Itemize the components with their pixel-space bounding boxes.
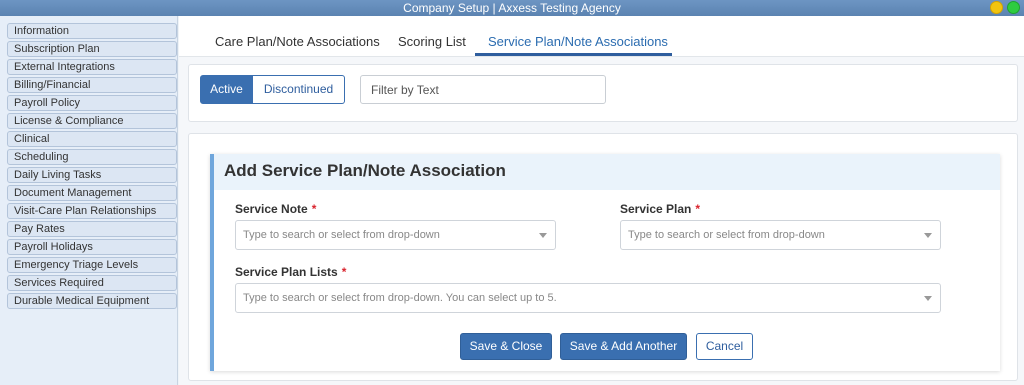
tab-bar: Care Plan/Note Associations Scoring List… [179,16,1024,57]
sidebar-item-scheduling[interactable]: Scheduling [7,149,177,165]
tab-scoring-list[interactable]: Scoring List [398,34,466,49]
minimize-icon[interactable] [990,1,1003,14]
chevron-down-icon [924,296,932,301]
maximize-icon[interactable] [1007,1,1020,14]
service-plan-lists-placeholder: Type to search or select from drop-down.… [243,292,557,304]
filter-panel: Active Discontinued [188,64,1018,122]
status-toggle: Active Discontinued [200,75,345,104]
required-marker: * [311,202,317,216]
sidebar-item-services-required[interactable]: Services Required [7,275,177,291]
service-plan-dropdown[interactable]: Type to search or select from drop-down [620,220,941,250]
service-note-placeholder: Type to search or select from drop-down [243,229,440,241]
card-title: Add Service Plan/Note Association [214,154,1000,190]
sidebar-item-information[interactable]: Information [7,23,177,39]
active-toggle-button[interactable]: Active [200,75,253,104]
chevron-down-icon [539,233,547,238]
required-marker: * [341,265,347,279]
sidebar-item-emergency-triage[interactable]: Emergency Triage Levels [7,257,177,273]
save-add-another-button[interactable]: Save & Add Another [560,333,687,360]
window-controls [990,1,1020,14]
window-title-bar: Company Setup | Axxess Testing Agency [0,0,1024,16]
discontinued-toggle-button[interactable]: Discontinued [253,75,345,104]
tab-service-plan-note[interactable]: Service Plan/Note Associations [488,34,668,49]
save-close-button[interactable]: Save & Close [460,333,552,360]
service-plan-label: Service Plan * [620,202,701,216]
service-plan-lists-dropdown[interactable]: Type to search or select from drop-down.… [235,283,941,313]
chevron-down-icon [924,233,932,238]
sidebar-item-payroll-holidays[interactable]: Payroll Holidays [7,239,177,255]
sidebar-item-clinical[interactable]: Clinical [7,131,177,147]
sidebar-item-visit-care-plan[interactable]: Visit-Care Plan Relationships [7,203,177,219]
service-note-dropdown[interactable]: Type to search or select from drop-down [235,220,556,250]
service-plan-placeholder: Type to search or select from drop-down [628,229,825,241]
sidebar-item-durable-medical-equipment[interactable]: Durable Medical Equipment [7,293,177,309]
cancel-button[interactable]: Cancel [696,333,753,360]
active-tab-indicator [475,53,672,56]
main-content: Care Plan/Note Associations Scoring List… [179,16,1024,385]
window-title: Company Setup | Axxess Testing Agency [403,1,621,15]
add-association-card: Add Service Plan/Note Association Servic… [210,154,1000,371]
content-panel: Add Service Plan/Note Association Servic… [188,133,1018,381]
sidebar-item-billing-financial[interactable]: Billing/Financial [7,77,177,93]
sidebar-item-license-compliance[interactable]: License & Compliance [7,113,177,129]
sidebar-item-daily-living-tasks[interactable]: Daily Living Tasks [7,167,177,183]
sidebar-item-subscription-plan[interactable]: Subscription Plan [7,41,177,57]
required-marker: * [695,202,701,216]
tab-care-plan-note[interactable]: Care Plan/Note Associations [215,34,380,49]
sidebar: Information Subscription Plan External I… [0,16,178,385]
service-note-label: Service Note * [235,202,317,216]
sidebar-item-payroll-policy[interactable]: Payroll Policy [7,95,177,111]
sidebar-item-document-management[interactable]: Document Management [7,185,177,201]
sidebar-item-external-integrations[interactable]: External Integrations [7,59,177,75]
filter-text-input[interactable] [360,75,606,104]
service-plan-lists-label: Service Plan Lists * [235,265,347,279]
sidebar-item-pay-rates[interactable]: Pay Rates [7,221,177,237]
